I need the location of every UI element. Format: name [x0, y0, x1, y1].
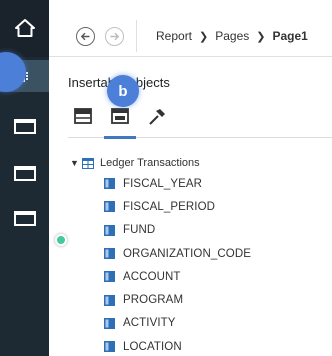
item-label: ORGANIZATION_CODE: [123, 247, 251, 260]
breadcrumb: Report ❯ Pages ❯ Page1: [156, 29, 308, 43]
list-item[interactable]: ORGANIZATION_CODE: [70, 242, 332, 265]
data-items-icon: [111, 108, 129, 124]
list-item[interactable]: PROGRAM: [70, 288, 332, 311]
tree-root[interactable]: ▼ Ledger Transactions: [70, 154, 332, 172]
data-item-icon: [104, 248, 115, 260]
breadcrumb-report[interactable]: Report: [156, 29, 192, 43]
home-icon[interactable]: [0, 18, 49, 38]
folder-icon[interactable]: [0, 118, 49, 134]
list-item[interactable]: FUND: [70, 219, 332, 242]
source-icon: [74, 108, 92, 124]
top-toolbar: Report ❯ Pages ❯ Page1: [49, 0, 332, 57]
callout-badge-b: b: [107, 75, 139, 107]
folder-icon[interactable]: [0, 165, 49, 181]
tab-toolbox[interactable]: [146, 108, 168, 134]
data-item-icon: [104, 341, 115, 353]
table-icon: [82, 157, 94, 169]
data-item-icon: [104, 317, 115, 329]
data-item-icon: [104, 201, 115, 213]
item-label: ACCOUNT: [123, 270, 181, 283]
breadcrumb-page1: Page1: [272, 29, 308, 43]
list-item[interactable]: ACTIVITY: [70, 312, 332, 335]
item-label: ACTIVITY: [123, 317, 176, 330]
item-label: FUND: [123, 224, 156, 237]
panel-tabs: [68, 104, 332, 139]
tab-data-items[interactable]: [104, 108, 136, 139]
tab-source[interactable]: [72, 108, 94, 134]
data-item-icon: [104, 271, 115, 283]
back-arrow-icon[interactable]: [76, 27, 95, 46]
folder-icon[interactable]: [0, 210, 49, 226]
list-item[interactable]: FISCAL_PERIOD: [70, 195, 332, 218]
item-label: PROGRAM: [123, 294, 184, 307]
item-label: FISCAL_PERIOD: [123, 200, 216, 213]
chevron-right-icon: ❯: [199, 30, 209, 43]
list-item[interactable]: FISCAL_YEAR: [70, 172, 332, 195]
data-tree: ▼ Ledger Transactions FISCAL_YEAR FISCAL…: [70, 154, 332, 356]
chevron-down-icon[interactable]: ▼: [70, 158, 82, 168]
data-item-icon: [104, 294, 115, 306]
item-label: FISCAL_YEAR: [123, 177, 203, 190]
data-item-icon: [104, 224, 115, 236]
list-item[interactable]: LOCATION: [70, 335, 332, 356]
forward-arrow-icon[interactable]: [105, 27, 124, 46]
list-item[interactable]: ACCOUNT: [70, 265, 332, 288]
drag-handle[interactable]: [55, 234, 67, 246]
chevron-right-icon: ❯: [256, 30, 266, 43]
tree-root-label: Ledger Transactions: [100, 157, 200, 169]
data-item-icon: [104, 178, 115, 190]
item-label: LOCATION: [123, 340, 182, 353]
toolbox-icon: [149, 109, 165, 125]
toolbar-divider: [136, 20, 137, 52]
breadcrumb-pages[interactable]: Pages: [215, 29, 249, 43]
